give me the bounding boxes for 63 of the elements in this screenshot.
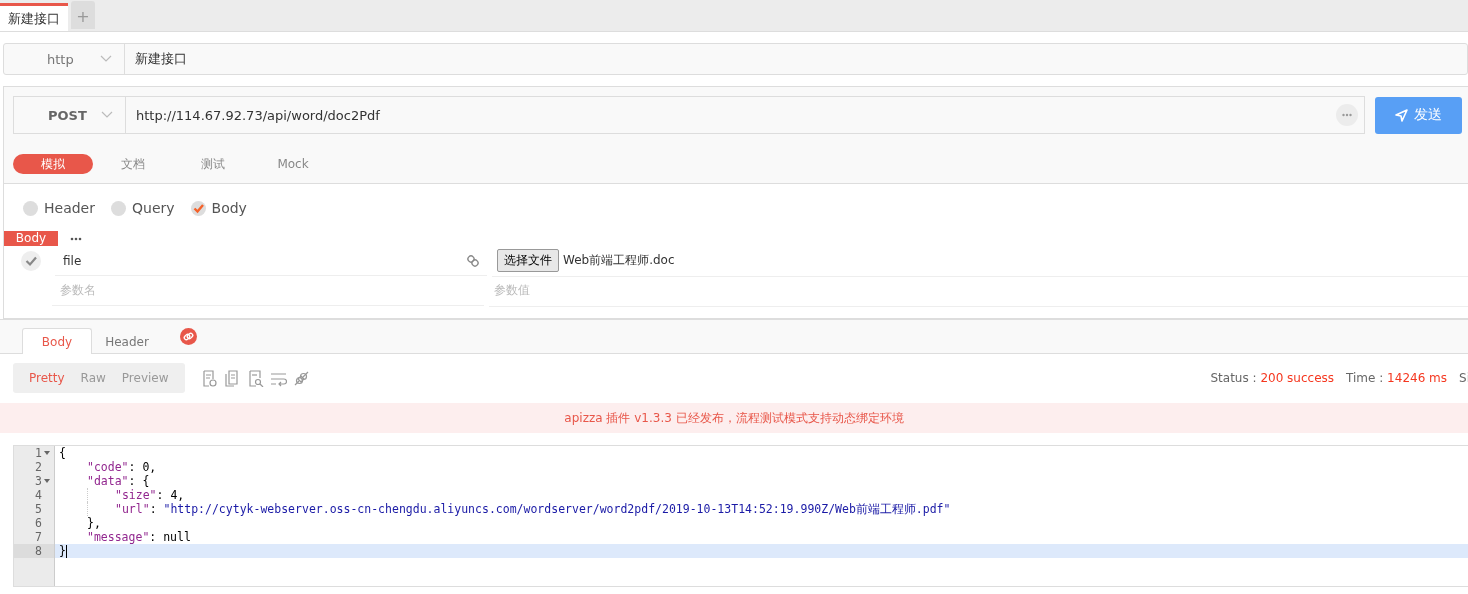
line-number: 7 xyxy=(35,530,42,544)
radio-icon[interactable] xyxy=(23,200,38,216)
protocol-select[interactable]: http xyxy=(4,44,125,74)
fold-icon[interactable] xyxy=(44,479,50,483)
response-tab[interactable]: Header xyxy=(92,328,162,354)
caret-icon xyxy=(101,111,113,119)
mode-tab[interactable]: 文档 xyxy=(93,154,173,174)
mode-tab[interactable]: Mock xyxy=(253,154,333,174)
code-line: "code": 0, xyxy=(86,460,158,474)
code-line: "url": "http://cytyk-webserver.oss-cn-chengdu.aliyuncs.com/wordserver/word2pdf/2019-10-13T14:52:19.990Z/Web前端工程师.pdf" xyxy=(55,502,1468,516)
radio-label: Body xyxy=(211,200,247,216)
send-icon xyxy=(1395,108,1408,122)
send-button[interactable]: 发送 xyxy=(1375,96,1462,134)
line-number: 2 xyxy=(35,460,42,474)
param-name-field[interactable]: 参数名 xyxy=(52,276,484,306)
view-tab[interactable]: Preview xyxy=(113,363,177,393)
code-line: "size": 4, xyxy=(55,488,1468,502)
code-line: { xyxy=(58,446,67,460)
radio-label: Query xyxy=(132,200,175,216)
tab[interactable]: 新建接口 xyxy=(0,3,68,31)
plug-icon[interactable] xyxy=(292,369,310,387)
mode-tab[interactable]: 模拟 xyxy=(13,154,93,174)
size-label: Si xyxy=(1459,371,1468,385)
add-tab-button[interactable]: + xyxy=(71,1,95,29)
line-number: 6 xyxy=(35,516,42,530)
mode-tab[interactable]: 测试 xyxy=(173,154,253,174)
line-number: 1 xyxy=(35,446,42,460)
method-select[interactable]: POST xyxy=(14,97,126,133)
time-value: 14246 ms xyxy=(1387,371,1448,385)
document-search-icon[interactable] xyxy=(246,369,264,387)
code-line: }, xyxy=(86,516,102,530)
check-icon[interactable] xyxy=(21,251,41,271)
name-field[interactable]: 新建接口 xyxy=(125,44,197,74)
choose-file-button[interactable]: 选择文件 xyxy=(497,249,559,272)
url-field[interactable]: http://114.67.92.73/api/word/doc2Pdf xyxy=(126,97,1336,133)
view-tab[interactable]: Raw xyxy=(72,363,114,393)
line-number: 3 xyxy=(35,474,42,488)
status-value: 200 success xyxy=(1260,371,1335,385)
radio-label: Header xyxy=(44,200,95,216)
fold-icon[interactable] xyxy=(44,451,50,455)
link-icon[interactable] xyxy=(180,328,197,345)
caret-icon xyxy=(100,55,112,63)
more-icon[interactable] xyxy=(70,236,82,241)
param-value-field[interactable]: 参数值 xyxy=(489,275,1468,307)
checked-radio-icon[interactable] xyxy=(190,200,206,216)
line-number: 8 xyxy=(35,544,42,558)
response-tab[interactable]: Body xyxy=(22,328,92,354)
text-cursor xyxy=(65,545,67,558)
code-line: "data": { xyxy=(86,474,151,488)
view-tab[interactable]: Pretty xyxy=(21,363,73,393)
link-icon xyxy=(467,254,479,267)
time-label: Time : xyxy=(1346,371,1385,385)
body-label: Body xyxy=(4,231,58,246)
status-label: Status : xyxy=(1210,371,1258,385)
line-number: 4 xyxy=(35,488,42,502)
line-number: 5 xyxy=(35,502,42,516)
copy-icon[interactable] xyxy=(223,369,241,387)
file-name: Web前端工程师.doc xyxy=(563,252,675,269)
code-line: "message": null xyxy=(86,530,192,544)
document-refresh-icon[interactable] xyxy=(200,369,218,387)
notice-banner: apizza 插件 v1.3.3 已经发布，流程测试模式支持动态绑定环境 xyxy=(0,403,1468,433)
param-name: file xyxy=(63,253,82,268)
radio-icon[interactable] xyxy=(111,200,126,216)
